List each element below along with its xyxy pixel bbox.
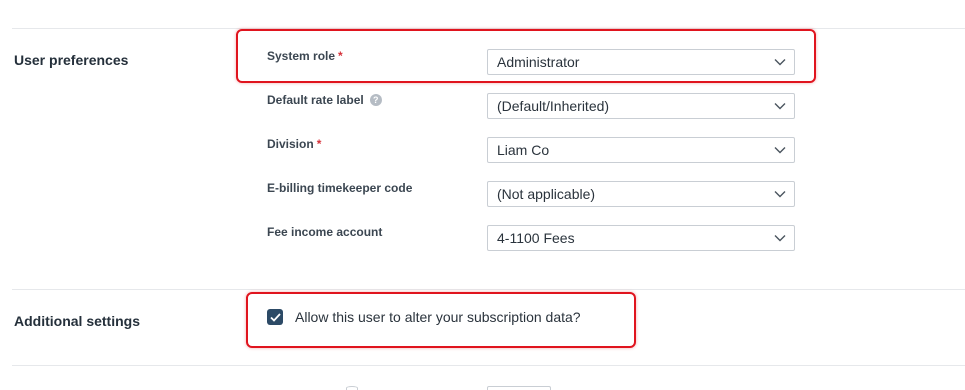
division-select[interactable]: Liam Co xyxy=(487,137,795,163)
default-rate-value: (Default/Inherited) xyxy=(497,98,610,114)
ebilling-select[interactable]: (Not applicable) xyxy=(487,181,795,207)
ebilling-label: E-billing timekeeper code xyxy=(267,181,412,195)
subscription-permission-row[interactable]: Allow this user to alter your subscripti… xyxy=(267,309,581,325)
division-value: Liam Co xyxy=(497,142,550,158)
partial-control xyxy=(346,386,358,390)
top-divider xyxy=(12,28,965,29)
fee-income-value: 4-1100 Fees xyxy=(497,230,575,246)
fee-income-label-text: Fee income account xyxy=(267,225,383,239)
checkmark-icon xyxy=(269,312,281,322)
default-rate-select[interactable]: (Default/Inherited) xyxy=(487,93,795,119)
division-label: Division * xyxy=(267,137,321,151)
system-role-value: Administrator xyxy=(497,54,580,70)
chevron-down-icon xyxy=(774,58,786,66)
user-preferences-title: User preferences xyxy=(14,52,129,68)
ebilling-label-text: E-billing timekeeper code xyxy=(267,181,413,195)
division-label-text: Division xyxy=(267,137,314,151)
fee-income-select[interactable]: 4-1100 Fees xyxy=(487,225,795,251)
subscription-permission-label: Allow this user to alter your subscripti… xyxy=(295,309,581,325)
chevron-down-icon xyxy=(774,234,786,242)
partial-control xyxy=(487,386,551,390)
ebilling-value: (Not applicable) xyxy=(497,186,596,202)
help-icon[interactable]: ? xyxy=(369,94,382,106)
bottom-divider xyxy=(12,365,965,366)
required-marker: * xyxy=(316,137,322,151)
system-role-label: System role * xyxy=(267,49,343,63)
system-role-select[interactable]: Administrator xyxy=(487,49,795,75)
section-divider xyxy=(12,289,965,290)
chevron-down-icon xyxy=(774,102,786,110)
default-rate-label: Default rate label ? xyxy=(267,93,382,107)
additional-settings-title: Additional settings xyxy=(14,313,140,329)
system-role-label-text: System role xyxy=(267,49,336,63)
required-marker: * xyxy=(338,49,343,63)
default-rate-label-text: Default rate label xyxy=(267,93,364,107)
fee-income-label: Fee income account xyxy=(267,225,382,239)
subscription-permission-checkbox[interactable] xyxy=(267,309,283,325)
chevron-down-icon xyxy=(774,146,786,154)
chevron-down-icon xyxy=(774,190,786,198)
